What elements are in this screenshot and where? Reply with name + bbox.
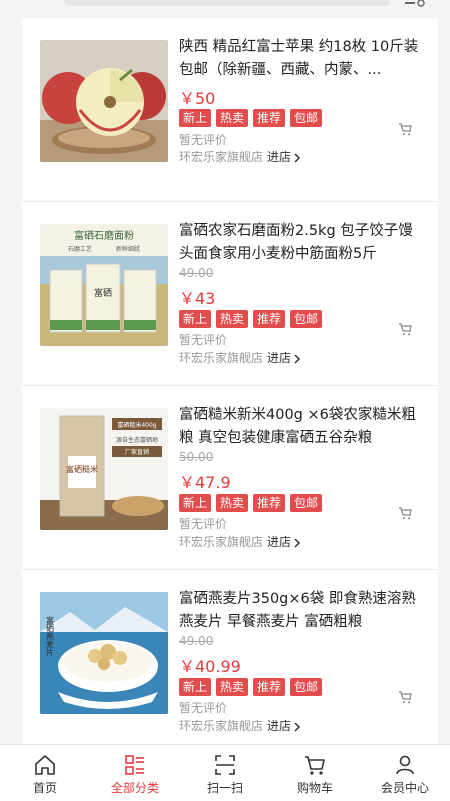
store-name: 环宏乐家旗舰店 (179, 351, 264, 365)
tag-new: 新上 (179, 310, 212, 328)
product-price: ￥40.99 (179, 657, 241, 676)
product-tags: 新上 热卖 推荐 包邮 (179, 109, 323, 127)
product-tags: 新上 热卖 推荐 包邮 (179, 494, 323, 512)
search-bar[interactable] (64, 0, 390, 6)
product-tags: 新上 热卖 推荐 包邮 (179, 310, 323, 328)
tag-recommend: 推荐 (253, 494, 286, 512)
add-to-cart-icon[interactable] (398, 322, 412, 336)
tab-member-center-label: 会员中心 (380, 781, 429, 795)
tag-hot: 热卖 (216, 494, 249, 512)
tab-all-categories-label: 全部分类 (110, 781, 159, 795)
list-view-icon[interactable] (402, 0, 426, 8)
store-name: 环宏乐家旗舰店 (179, 719, 264, 733)
tag-hot: 热卖 (216, 678, 249, 696)
chevron-right-icon (294, 152, 301, 163)
store-name: 环宏乐家旗舰店 (179, 535, 264, 549)
category-icon (125, 755, 144, 775)
tab-scan-label: 扫一扫 (206, 781, 243, 795)
tag-hot: 热卖 (216, 109, 249, 127)
flour-bag-label: 富硒 (94, 287, 112, 299)
tag-free-shipping: 包邮 (290, 310, 323, 328)
rice-bag-label: 富硒糙米 (66, 464, 98, 474)
enter-store-link[interactable]: 进店 (267, 719, 291, 733)
product-title[interactable]: 富硒农家石磨面粉2.5kg 包子饺子馒头面食家用小麦粉中筋面粉5斤 (179, 220, 422, 266)
tag-recommend: 推荐 (253, 310, 286, 328)
product-title[interactable]: 富硒糙米新米400g ×6袋农家糙米粗粮 真空包装健康富硒五谷杂粮 (179, 404, 422, 450)
product-card[interactable]: 富硒糙米 富硒糙米400g 源自生态富硒地 厂家直销 富硒糙米新米400g ×6… (22, 386, 438, 570)
product-card[interactable]: 富硒石磨面粉 石磨工艺 新鲜细腻 富硒 富硒农家石磨面粉2.5kg 包子饺子馒头… (22, 202, 438, 386)
store-info: 环宏乐家旗舰店 进店 (179, 717, 301, 734)
product-title[interactable]: 富硒燕麦片350g×6袋 即食熟速溶熟燕麦片 早餐燕麦片 富硒粗粮 (179, 588, 422, 634)
product-image-flour[interactable]: 富硒石磨面粉 石磨工艺 新鲜细腻 富硒 (40, 224, 168, 346)
store-info: 环宏乐家旗舰店 进店 (179, 349, 301, 366)
original-price: 50.00 (179, 450, 214, 464)
store-name: 环宏乐家旗舰店 (179, 150, 264, 164)
add-to-cart-icon[interactable] (398, 122, 412, 136)
tag-free-shipping: 包邮 (290, 494, 323, 512)
product-price: ￥50 (179, 89, 216, 108)
scan-icon (215, 755, 235, 775)
tag-hot: 热卖 (216, 310, 249, 328)
enter-store-link[interactable]: 进店 (267, 150, 291, 164)
tab-home-label: 首页 (32, 781, 57, 795)
tag-recommend: 推荐 (253, 678, 286, 696)
tab-cart-label: 购物车 (296, 781, 333, 795)
product-card[interactable]: 富硒燕麦片 富硒燕麦片350g×6袋 即食熟速溶熟燕麦片 早餐燕麦片 富硒粗粮 … (22, 570, 438, 754)
product-image-apple[interactable] (40, 40, 168, 162)
store-info: 环宏乐家旗舰店 进店 (179, 148, 301, 165)
original-price: 49.00 (179, 266, 214, 280)
chevron-right-icon (294, 721, 301, 732)
home-icon (35, 755, 55, 775)
tab-scan[interactable]: 扫一扫 (180, 745, 270, 801)
review-status: 暂无评价 (179, 517, 228, 531)
enter-store-link[interactable]: 进店 (267, 351, 291, 365)
original-price: 49.00 (179, 634, 214, 648)
chevron-right-icon (294, 537, 301, 548)
tab-home[interactable]: 首页 (0, 745, 90, 801)
product-image-oats[interactable]: 富硒燕麦片 (40, 592, 168, 714)
enter-store-link[interactable]: 进店 (267, 535, 291, 549)
rice-image-text-3: 厂家直销 (125, 448, 149, 456)
flour-image-subtitle-1: 石磨工艺 (68, 245, 92, 253)
product-price: ￥47.9 (179, 473, 231, 492)
chevron-right-icon (294, 353, 301, 364)
tag-free-shipping: 包邮 (290, 678, 323, 696)
product-card[interactable]: 陕西 精品红富士苹果 约18枚 10斤装 包邮（除新疆、西藏、内蒙、... ￥5… (22, 18, 438, 202)
tab-member-center[interactable]: 会员中心 (360, 745, 450, 801)
oats-image-text: 富硒燕麦片 (46, 615, 55, 657)
product-list: 陕西 精品红富士苹果 约18枚 10斤装 包邮（除新疆、西藏、内蒙、... ￥5… (22, 18, 438, 754)
tag-new: 新上 (179, 678, 212, 696)
review-status: 暂无评价 (179, 333, 228, 347)
tag-free-shipping: 包邮 (290, 109, 323, 127)
rice-image-text-1: 富硒糙米400g (117, 421, 156, 429)
bottom-tab-bar: 首页 全部分类 扫一扫 购物车 会员中心 (0, 744, 450, 801)
flour-image-title: 富硒石磨面粉 (74, 229, 134, 242)
product-title[interactable]: 陕西 精品红富士苹果 约18枚 10斤装 包邮（除新疆、西藏、内蒙、... (179, 36, 422, 82)
add-to-cart-icon[interactable] (398, 506, 412, 520)
flour-image-subtitle-2: 新鲜细腻 (116, 245, 140, 253)
review-status: 暂无评价 (179, 133, 228, 147)
review-status: 暂无评价 (179, 701, 228, 715)
rice-image-text-2: 源自生态富硒地 (116, 436, 158, 444)
tag-recommend: 推荐 (253, 109, 286, 127)
cart-icon (305, 756, 325, 775)
tab-cart[interactable]: 购物车 (270, 745, 360, 801)
product-tags: 新上 热卖 推荐 包邮 (179, 678, 323, 696)
add-to-cart-icon[interactable] (398, 690, 412, 704)
tab-all-categories[interactable]: 全部分类 (90, 745, 180, 801)
tag-new: 新上 (179, 494, 212, 512)
top-bar (0, 0, 450, 18)
store-info: 环宏乐家旗舰店 进店 (179, 533, 301, 550)
product-price: ￥43 (179, 289, 216, 308)
tag-new: 新上 (179, 109, 212, 127)
member-icon (396, 755, 414, 775)
product-image-rice[interactable]: 富硒糙米 富硒糙米400g 源自生态富硒地 厂家直销 (40, 408, 168, 530)
